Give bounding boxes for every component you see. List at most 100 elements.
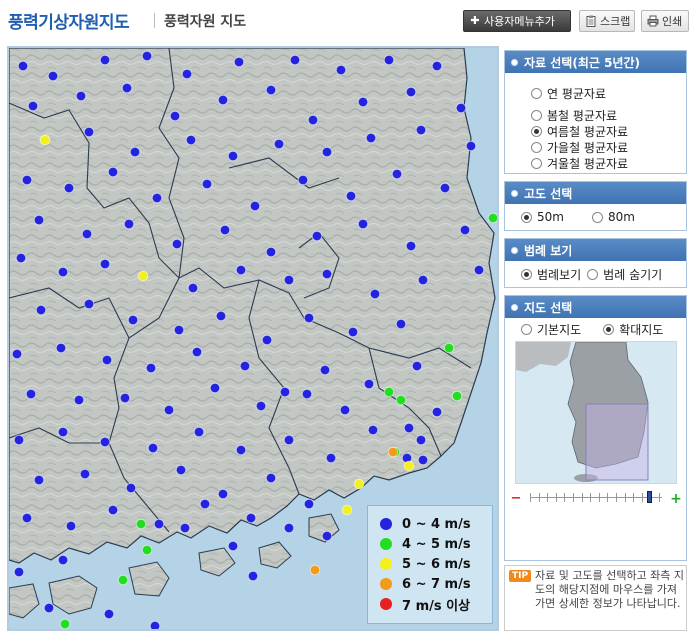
radio-button[interactable] xyxy=(531,125,542,137)
print-button[interactable]: 인쇄 xyxy=(641,10,689,32)
station-marker[interactable] xyxy=(321,268,333,280)
station-marker[interactable] xyxy=(13,434,25,446)
station-marker[interactable] xyxy=(405,86,417,98)
station-marker[interactable] xyxy=(215,310,227,322)
station-marker[interactable] xyxy=(163,404,175,416)
radio-autumn-average[interactable]: 가을철 평균자료 xyxy=(531,139,686,155)
station-marker[interactable] xyxy=(227,540,239,552)
station-marker[interactable] xyxy=(415,124,427,136)
station-marker[interactable] xyxy=(309,564,321,576)
station-marker[interactable] xyxy=(321,146,333,158)
station-marker[interactable] xyxy=(33,474,45,486)
station-marker[interactable] xyxy=(99,54,111,66)
station-marker[interactable] xyxy=(357,218,369,230)
station-marker[interactable] xyxy=(135,518,147,530)
station-marker[interactable] xyxy=(335,64,347,76)
station-marker[interactable] xyxy=(199,498,211,510)
station-marker[interactable] xyxy=(439,182,451,194)
station-marker[interactable] xyxy=(249,200,261,212)
station-marker[interactable] xyxy=(169,110,181,122)
station-marker[interactable] xyxy=(411,360,423,372)
station-marker[interactable] xyxy=(149,620,161,631)
station-marker[interactable] xyxy=(233,56,245,68)
station-marker[interactable] xyxy=(415,434,427,446)
station-marker[interactable] xyxy=(147,442,159,454)
station-marker[interactable] xyxy=(121,82,133,94)
station-marker[interactable] xyxy=(443,342,455,354)
station-marker[interactable] xyxy=(39,134,51,146)
station-marker[interactable] xyxy=(383,386,395,398)
station-marker[interactable] xyxy=(219,224,231,236)
station-marker[interactable] xyxy=(11,348,23,360)
station-marker[interactable] xyxy=(151,192,163,204)
station-marker[interactable] xyxy=(181,68,193,80)
station-marker[interactable] xyxy=(17,60,29,72)
station-marker[interactable] xyxy=(141,50,153,62)
station-marker[interactable] xyxy=(47,70,59,82)
station-marker[interactable] xyxy=(13,566,25,578)
station-marker[interactable] xyxy=(347,326,359,338)
station-marker[interactable] xyxy=(63,182,75,194)
radio-zoomed-map[interactable]: 확대지도 xyxy=(603,321,663,337)
station-marker[interactable] xyxy=(27,100,39,112)
station-marker[interactable] xyxy=(417,454,429,466)
station-marker[interactable] xyxy=(283,434,295,446)
station-marker[interactable] xyxy=(65,520,77,532)
station-marker[interactable] xyxy=(35,304,47,316)
station-marker[interactable] xyxy=(57,266,69,278)
radio-annual-average[interactable]: 연 평균자료 xyxy=(531,85,686,101)
station-marker[interactable] xyxy=(395,394,407,406)
station-marker[interactable] xyxy=(79,468,91,480)
station-marker[interactable] xyxy=(117,574,129,586)
radio-basic-map[interactable]: 기본지도 xyxy=(521,321,581,337)
minimap-viewport[interactable] xyxy=(585,403,649,481)
station-marker[interactable] xyxy=(319,364,331,376)
radio-hide-legend[interactable]: 범례 숨기기 xyxy=(587,266,662,282)
zoom-in-button[interactable]: + xyxy=(670,492,682,506)
station-marker[interactable] xyxy=(153,518,165,530)
station-marker[interactable] xyxy=(353,478,365,490)
station-marker[interactable] xyxy=(367,424,379,436)
station-marker[interactable] xyxy=(235,444,247,456)
station-marker[interactable] xyxy=(403,460,415,472)
station-marker[interactable] xyxy=(193,426,205,438)
station-marker[interactable] xyxy=(175,464,187,476)
radio-summer-average[interactable]: 여름철 평균자료 xyxy=(531,123,686,139)
station-marker[interactable] xyxy=(227,150,239,162)
station-marker[interactable] xyxy=(383,54,395,66)
radio-button[interactable] xyxy=(603,323,615,335)
add-user-menu-button[interactable]: ✚ 사용자메뉴추가 xyxy=(463,10,571,32)
station-marker[interactable] xyxy=(451,390,463,402)
radio-button[interactable] xyxy=(531,109,542,121)
station-marker[interactable] xyxy=(265,472,277,484)
station-marker[interactable] xyxy=(265,84,277,96)
station-marker[interactable] xyxy=(25,388,37,400)
station-marker[interactable] xyxy=(339,404,351,416)
station-marker[interactable] xyxy=(321,530,333,542)
station-marker[interactable] xyxy=(43,602,55,614)
zoom-slider-handle[interactable] xyxy=(646,491,652,503)
station-marker[interactable] xyxy=(129,146,141,158)
station-marker[interactable] xyxy=(369,288,381,300)
station-marker[interactable] xyxy=(245,512,257,524)
station-marker[interactable] xyxy=(21,174,33,186)
station-marker[interactable] xyxy=(307,114,319,126)
station-marker[interactable] xyxy=(81,228,93,240)
radio-show-legend[interactable]: 범례보기 xyxy=(521,266,581,282)
radio-button[interactable] xyxy=(587,268,599,280)
station-marker[interactable] xyxy=(201,178,213,190)
station-marker[interactable] xyxy=(101,354,113,366)
station-marker[interactable] xyxy=(217,94,229,106)
station-marker[interactable] xyxy=(303,312,315,324)
station-marker[interactable] xyxy=(459,224,471,236)
station-marker[interactable] xyxy=(137,270,149,282)
station-marker[interactable] xyxy=(391,168,403,180)
station-marker[interactable] xyxy=(465,140,477,152)
station-marker[interactable] xyxy=(301,388,313,400)
radio-spring-average[interactable]: 봄철 평균자료 xyxy=(531,107,686,123)
overview-minimap[interactable] xyxy=(515,341,677,484)
station-marker[interactable] xyxy=(57,554,69,566)
station-marker[interactable] xyxy=(179,522,191,534)
station-marker[interactable] xyxy=(173,324,185,336)
station-marker[interactable] xyxy=(403,422,415,434)
